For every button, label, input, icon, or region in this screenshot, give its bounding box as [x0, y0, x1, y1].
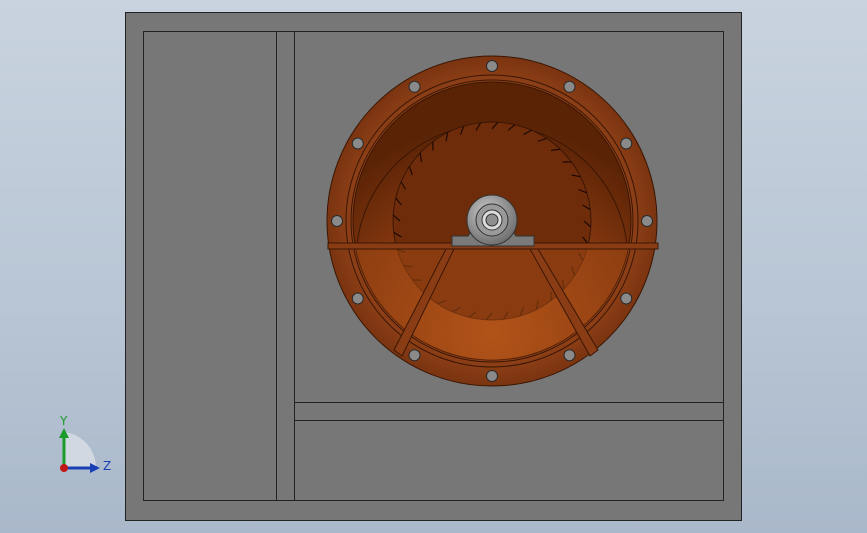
bolt-hole — [331, 215, 343, 227]
housing-post — [276, 31, 295, 501]
bolt-hole — [563, 80, 576, 93]
housing-bottom-panel — [294, 420, 724, 501]
bolt-hole — [408, 80, 421, 93]
bolt-hole — [351, 292, 364, 305]
housing-left-panel — [143, 31, 277, 501]
bolt-hole — [486, 60, 498, 72]
y-axis-label: Y — [59, 414, 68, 428]
bolt-hole — [563, 349, 576, 362]
bolt-hole — [620, 137, 633, 150]
bolt-hole — [641, 215, 653, 227]
coordinate-triad: Y Z — [59, 414, 111, 473]
bolt-hole — [486, 370, 498, 382]
bolt-hole — [408, 349, 421, 362]
z-axis-label: Z — [103, 459, 111, 473]
housing-rail — [294, 402, 724, 421]
fan-assembly[interactable] — [326, 55, 659, 387]
triad-arc-shading — [64, 432, 97, 468]
shaft — [485, 213, 499, 227]
bolt-hole — [620, 292, 633, 305]
x-axis-origin — [60, 464, 68, 472]
cad-viewport[interactable] — [0, 0, 867, 533]
bolt-hole — [351, 137, 364, 150]
